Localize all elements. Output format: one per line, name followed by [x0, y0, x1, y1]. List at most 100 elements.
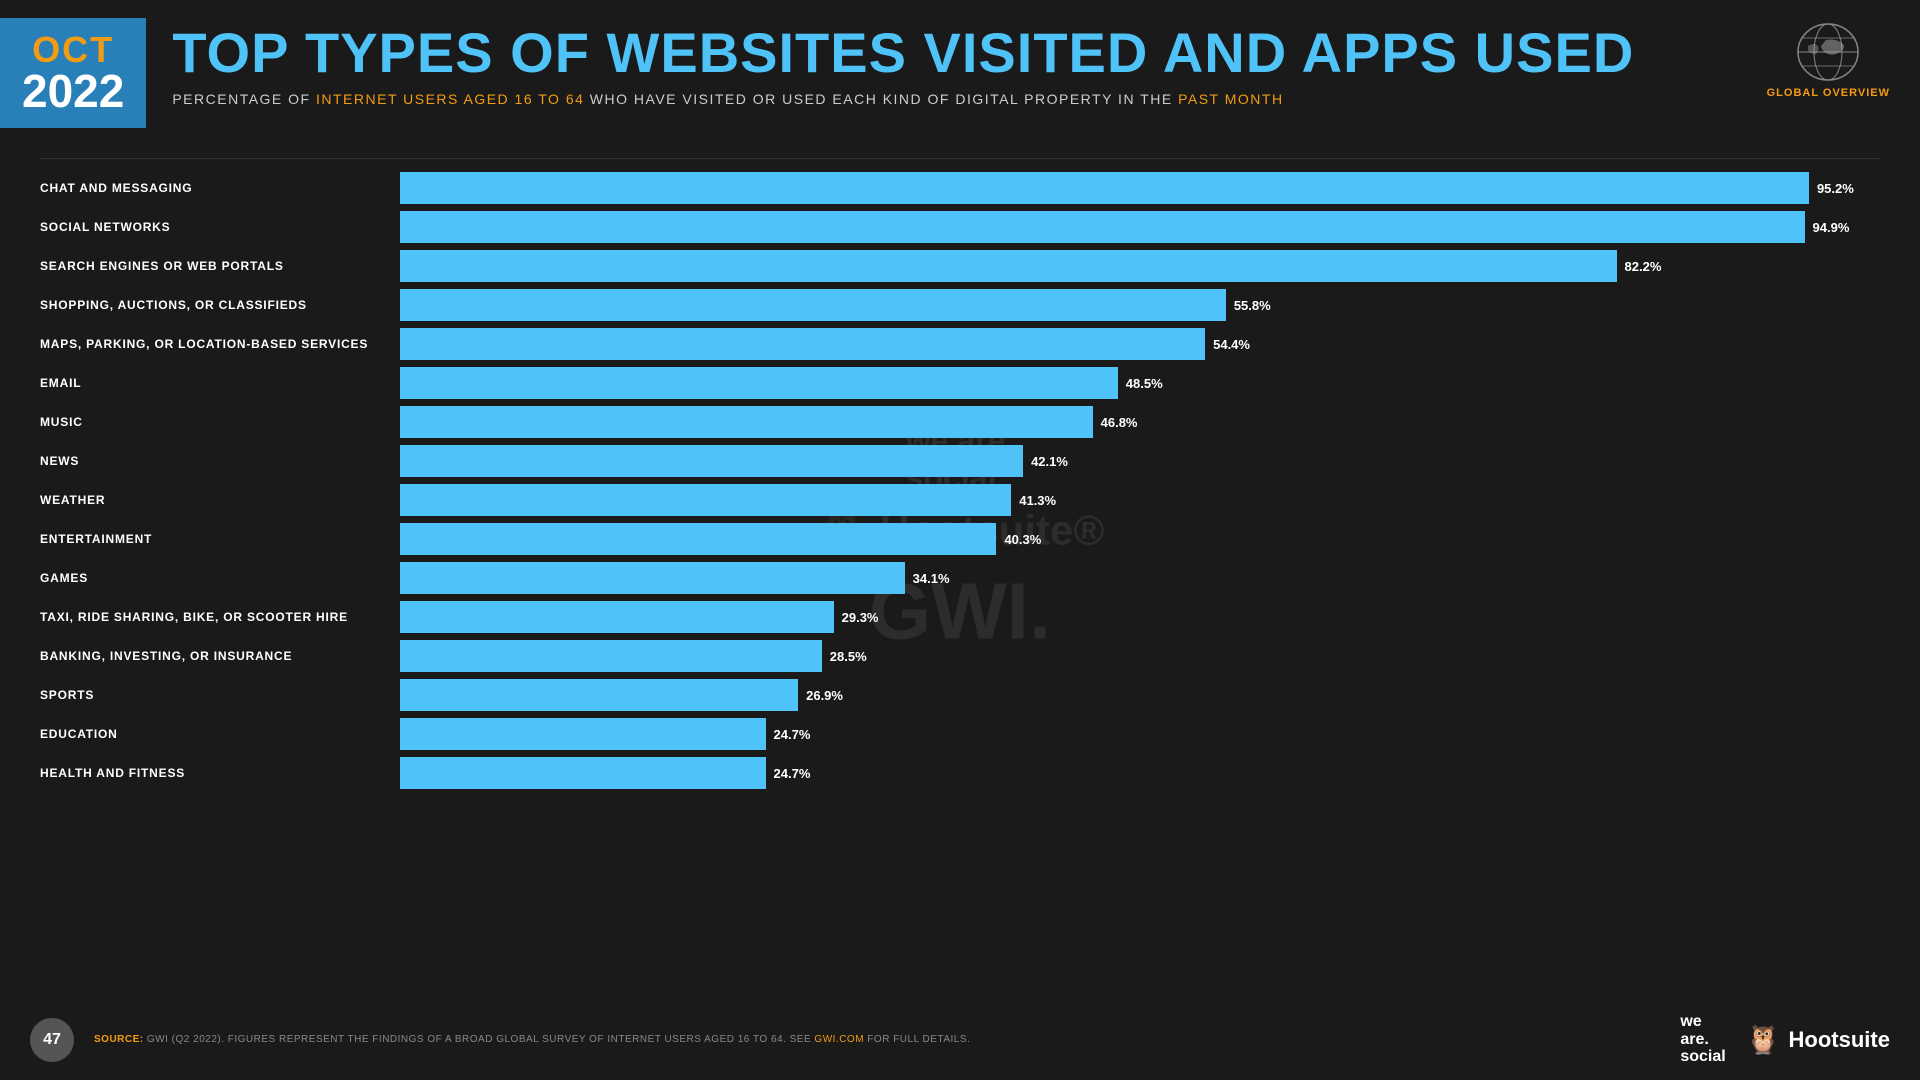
hootsuite-text: Hootsuite [1789, 1027, 1890, 1053]
bar-label: CHAT AND MESSAGING [40, 181, 400, 195]
bar-label: MAPS, PARKING, OR LOCATION-BASED SERVICE… [40, 337, 400, 351]
bar-fill [400, 445, 1023, 477]
bar-row: CHAT AND MESSAGING 95.2% [40, 171, 1880, 205]
global-overview-text: GLOBAL OVERVIEW [1767, 87, 1890, 99]
bar-label: SPORTS [40, 688, 400, 702]
bar-track: 34.1% [400, 562, 1880, 594]
bar-label: EMAIL [40, 376, 400, 390]
bar-track: 46.8% [400, 406, 1880, 438]
bar-track: 95.2% [400, 172, 1880, 204]
bar-row: EDUCATION24.7% [40, 717, 1880, 751]
we-are-social-logo: we are. social [1680, 1013, 1725, 1066]
bar-fill [400, 211, 1805, 243]
bar-fill [400, 523, 996, 555]
was-line1: we [1680, 1013, 1701, 1031]
bar-row: SHOPPING, AUCTIONS, OR CLASSIFIEDS55.8% [40, 288, 1880, 322]
bar-value: 26.9% [806, 688, 843, 703]
bar-row: HEALTH AND FITNESS 24.7% [40, 756, 1880, 790]
hootsuite-footer-logo: 🦉 Hootsuite [1746, 1023, 1890, 1056]
bar-track: 41.3% [400, 484, 1880, 516]
globe-icon [1788, 20, 1868, 85]
owl-icon: 🦉 [1746, 1023, 1781, 1056]
bar-label: SEARCH ENGINES OR WEB PORTALS [40, 259, 400, 273]
bar-fill [400, 679, 798, 711]
bar-row: SOCIAL NETWORKS 94.9% [40, 210, 1880, 244]
bar-row: ENTERTAINMENT 40.3% [40, 522, 1880, 556]
source-body: GWI (Q2 2022). FIGURES REPRESENT THE FIN… [147, 1034, 815, 1045]
bar-value: 28.5% [830, 649, 867, 664]
page-number: 47 [30, 1018, 74, 1062]
bar-row: WEATHER 41.3% [40, 483, 1880, 517]
bar-fill [400, 562, 905, 594]
bar-fill [400, 367, 1118, 399]
bar-fill [400, 328, 1205, 360]
header: OCT 2022 TOP TYPES OF WEBSITES VISITED A… [0, 0, 1920, 138]
bar-label: ENTERTAINMENT [40, 532, 400, 546]
bar-label: NEWS [40, 454, 400, 468]
gwi-link: GWI.COM [814, 1034, 864, 1045]
bar-track: 94.9% [400, 211, 1880, 243]
main-title: TOP TYPES OF WEBSITES VISITED AND APPS U… [172, 24, 1890, 83]
bar-fill [400, 250, 1617, 282]
bar-value: 46.8% [1101, 415, 1138, 430]
bar-track: 24.7% [400, 757, 1880, 789]
bar-label: EDUCATION [40, 727, 400, 741]
bar-value: 42.1% [1031, 454, 1068, 469]
bar-row: NEWS 42.1% [40, 444, 1880, 478]
was-line2: are. [1680, 1031, 1708, 1049]
subtitle: PERCENTAGE OF INTERNET USERS AGED 16 TO … [172, 91, 1890, 107]
bar-value: 34.1% [913, 571, 950, 586]
bar-fill [400, 172, 1809, 204]
bar-label: BANKING, INVESTING, OR INSURANCE [40, 649, 400, 663]
bar-value: 54.4% [1213, 337, 1250, 352]
bar-fill [400, 484, 1011, 516]
bar-fill [400, 640, 822, 672]
date-box: OCT 2022 [0, 18, 146, 128]
bar-label: SOCIAL NETWORKS [40, 220, 400, 234]
bar-value: 94.9% [1813, 220, 1850, 235]
source-label: SOURCE: [94, 1034, 144, 1045]
divider-line [40, 158, 1880, 159]
bar-row: SPORTS 26.9% [40, 678, 1880, 712]
bar-value: 41.3% [1019, 493, 1056, 508]
subtitle-highlight2: PAST MONTH [1178, 91, 1284, 107]
bar-row: TAXI, RIDE SHARING, BIKE, OR SCOOTER HIR… [40, 600, 1880, 634]
bar-value: 82.2% [1625, 259, 1662, 274]
bar-track: 55.8% [400, 289, 1880, 321]
bar-row: GAMES34.1% [40, 561, 1880, 595]
bar-label: TAXI, RIDE SHARING, BIKE, OR SCOOTER HIR… [40, 610, 400, 624]
footer: 47 SOURCE: GWI (Q2 2022). FIGURES REPRES… [0, 999, 1920, 1080]
bar-fill [400, 718, 766, 750]
bar-track: 28.5% [400, 640, 1880, 672]
bar-fill [400, 601, 834, 633]
bar-fill [400, 289, 1226, 321]
bar-track: 26.9% [400, 679, 1880, 711]
bar-value: 48.5% [1126, 376, 1163, 391]
bar-value: 29.3% [842, 610, 879, 625]
bar-track: 82.2% [400, 250, 1880, 282]
bar-row: EMAIL 48.5% [40, 366, 1880, 400]
bar-row: MUSIC46.8% [40, 405, 1880, 439]
date-month: OCT [32, 32, 114, 68]
bar-track: 42.1% [400, 445, 1880, 477]
bar-label: WEATHER [40, 493, 400, 507]
subtitle-before: PERCENTAGE OF [172, 91, 316, 107]
bar-row: SEARCH ENGINES OR WEB PORTALS 82.2% [40, 249, 1880, 283]
date-year: 2022 [22, 68, 124, 114]
footer-logos: we are. social 🦉 Hootsuite [1680, 1013, 1890, 1066]
was-line3: social [1680, 1048, 1725, 1066]
bar-fill [400, 406, 1093, 438]
source-end: FOR FULL DETAILS. [864, 1034, 970, 1045]
bar-track: 48.5% [400, 367, 1880, 399]
bar-value: 24.7% [774, 766, 811, 781]
bar-value: 95.2% [1817, 181, 1854, 196]
bar-row: BANKING, INVESTING, OR INSURANCE 28.5% [40, 639, 1880, 673]
chart-container: CHAT AND MESSAGING 95.2% SOCIAL NETWORKS 94… [0, 171, 1920, 790]
bar-value: 55.8% [1234, 298, 1271, 313]
bar-value: 40.3% [1004, 532, 1041, 547]
bar-track: 54.4% [400, 328, 1880, 360]
bar-label: HEALTH AND FITNESS [40, 766, 400, 780]
globe-container: GLOBAL OVERVIEW [1767, 20, 1890, 99]
source-text: SOURCE: GWI (Q2 2022). FIGURES REPRESENT… [94, 1034, 1680, 1045]
subtitle-middle: WHO HAVE VISITED OR USED EACH KIND OF DI… [584, 91, 1178, 107]
